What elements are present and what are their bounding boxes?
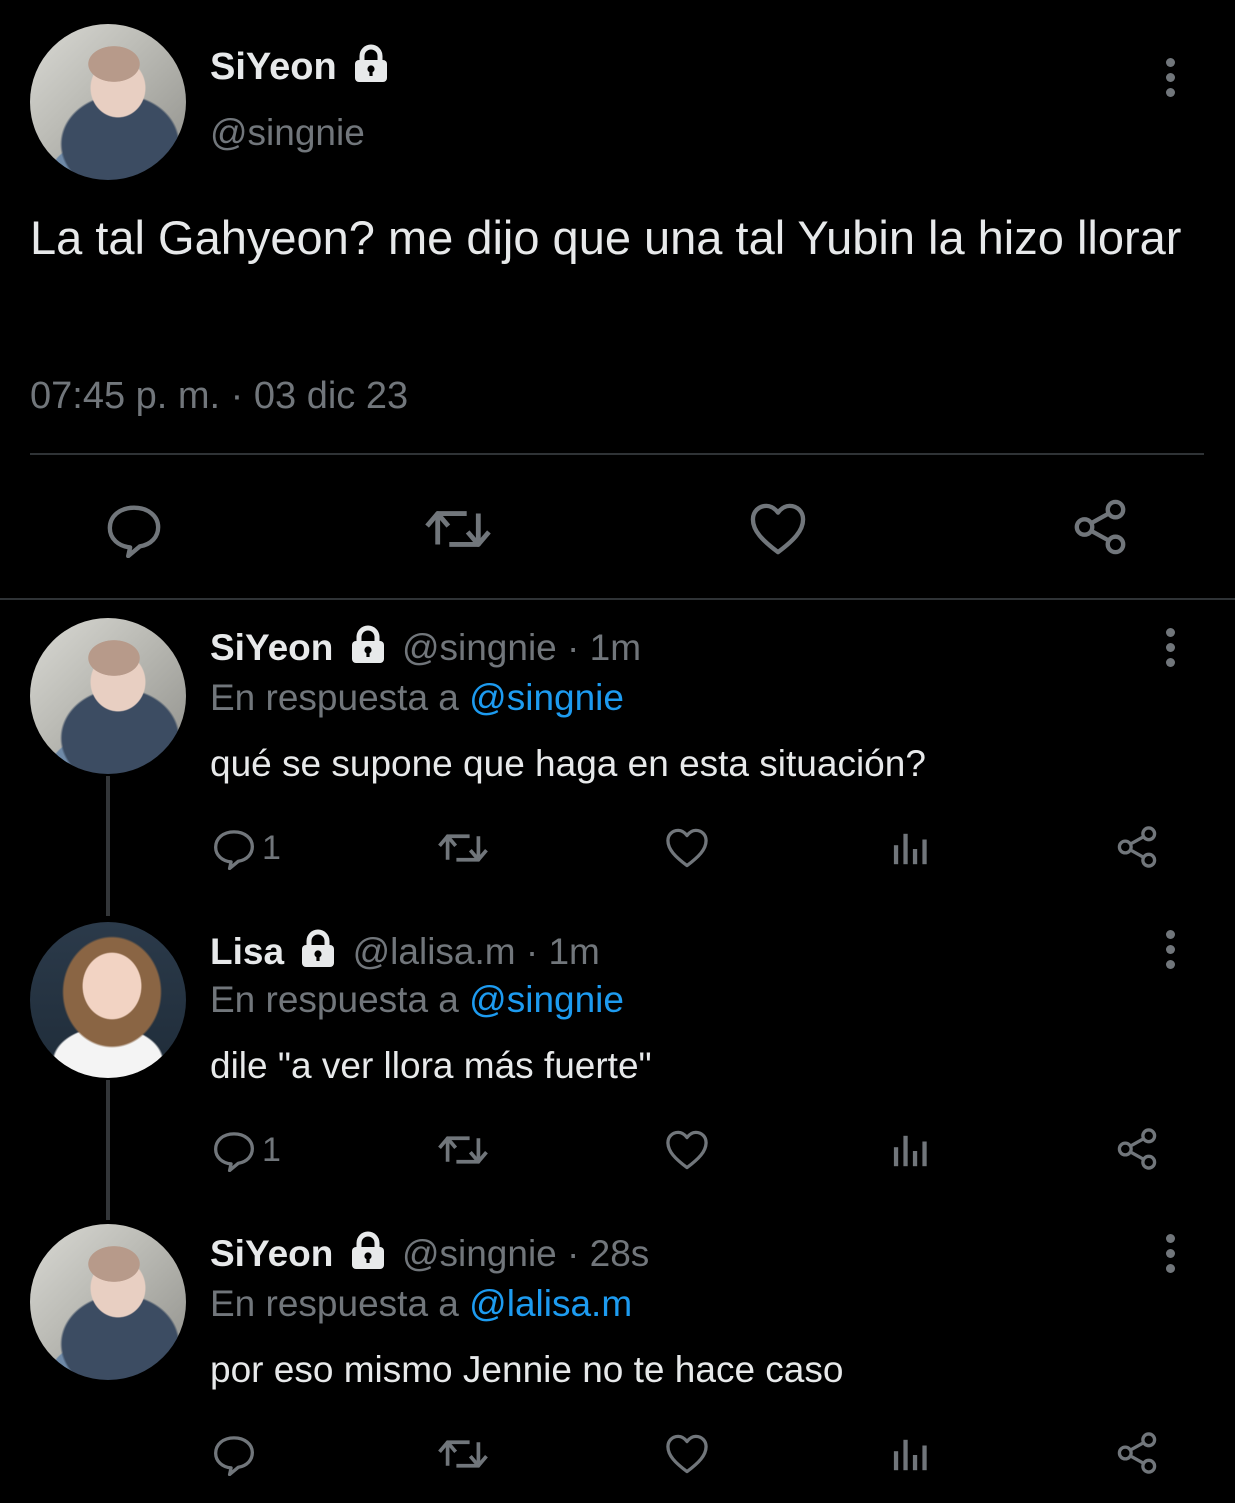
more-icon[interactable] (1165, 628, 1177, 673)
tweet-text: dile "a ver llora más fuerte" (210, 1045, 652, 1086)
reply-button[interactable]: 1 (212, 826, 281, 870)
more-icon[interactable] (1165, 930, 1177, 975)
lock-icon (351, 44, 391, 84)
reply-header: Lisa @lalisa.m · 1m (210, 928, 600, 976)
lock-icon (348, 1231, 388, 1271)
reply-context: En respuesta a @lalisa.m (210, 1280, 632, 1328)
views-icon[interactable] (892, 1436, 930, 1474)
like-icon[interactable] (665, 827, 709, 869)
reply-icon (212, 826, 256, 870)
avatar[interactable] (30, 618, 186, 774)
tweet-text: La tal Gahyeon? me dijo que una tal Yubi… (30, 211, 1182, 264)
author-handle[interactable]: @singnie (210, 110, 365, 156)
reply-count: 1 (262, 828, 281, 867)
tweet-time: · 1m (525, 931, 600, 972)
reply-icon (212, 1128, 256, 1172)
reply-prefix: En respuesta a (210, 979, 459, 1020)
avatar[interactable] (30, 922, 186, 1078)
reply-to-link[interactable]: @singnie (469, 979, 624, 1020)
lock-icon (298, 929, 338, 969)
retweet-icon[interactable] (437, 1128, 489, 1172)
views-icon[interactable] (892, 1132, 930, 1170)
reply-context: En respuesta a @singnie (210, 976, 624, 1024)
reply-to-link[interactable]: @singnie (469, 677, 624, 718)
like-icon[interactable] (749, 502, 807, 556)
retweet-icon[interactable] (437, 1432, 489, 1476)
author-handle[interactable]: @singnie (402, 1233, 557, 1274)
retweet-icon[interactable] (437, 826, 489, 870)
share-icon[interactable] (1115, 1431, 1159, 1475)
like-icon[interactable] (665, 1433, 709, 1475)
avatar[interactable] (30, 1224, 186, 1380)
retweet-icon[interactable] (423, 500, 493, 558)
reply-prefix: En respuesta a (210, 1283, 459, 1324)
lock-icon (348, 625, 388, 665)
avatar[interactable] (30, 24, 186, 180)
share-icon[interactable] (1115, 825, 1159, 869)
reply-icon[interactable] (105, 500, 163, 558)
more-icon[interactable] (1165, 58, 1177, 103)
thread-line (106, 1080, 110, 1220)
reply-to-link[interactable]: @lalisa.m (469, 1283, 632, 1324)
tweet-time: · 1m (567, 627, 642, 668)
tweet-timestamp: 07:45 p. m. · 03 dic 23 (30, 375, 409, 417)
more-icon[interactable] (1165, 1234, 1177, 1279)
reply-icon (212, 1432, 256, 1476)
like-icon[interactable] (665, 1129, 709, 1171)
thread-line (106, 776, 110, 916)
divider (0, 598, 1235, 600)
reply-header: SiYeon @singnie · 28s (210, 1230, 649, 1278)
reply-count: 1 (262, 1130, 281, 1169)
author-name[interactable]: Lisa (210, 931, 284, 972)
author-name[interactable]: SiYeon (210, 627, 333, 668)
views-icon[interactable] (892, 830, 930, 868)
share-icon[interactable] (1115, 1127, 1159, 1171)
reply-prefix: En respuesta a (210, 677, 459, 718)
author-handle[interactable]: @lalisa.m (353, 931, 516, 972)
tweet-time: · 28s (567, 1233, 650, 1274)
share-icon[interactable] (1071, 498, 1129, 556)
tweet-text: por eso mismo Jennie no te hace caso (210, 1349, 844, 1390)
reply-button[interactable]: 1 (212, 1128, 281, 1172)
author-name[interactable]: SiYeon (210, 1233, 333, 1274)
tweet-text: qué se supone que haga en esta situación… (210, 743, 926, 784)
reply-header: SiYeon @singnie · 1m (210, 624, 641, 672)
author-name[interactable]: SiYeon (210, 46, 337, 88)
divider (30, 453, 1204, 455)
author-row: SiYeon (210, 44, 391, 90)
author-handle[interactable]: @singnie (402, 627, 557, 668)
reply-button[interactable] (212, 1432, 262, 1476)
reply-context: En respuesta a @singnie (210, 674, 624, 722)
